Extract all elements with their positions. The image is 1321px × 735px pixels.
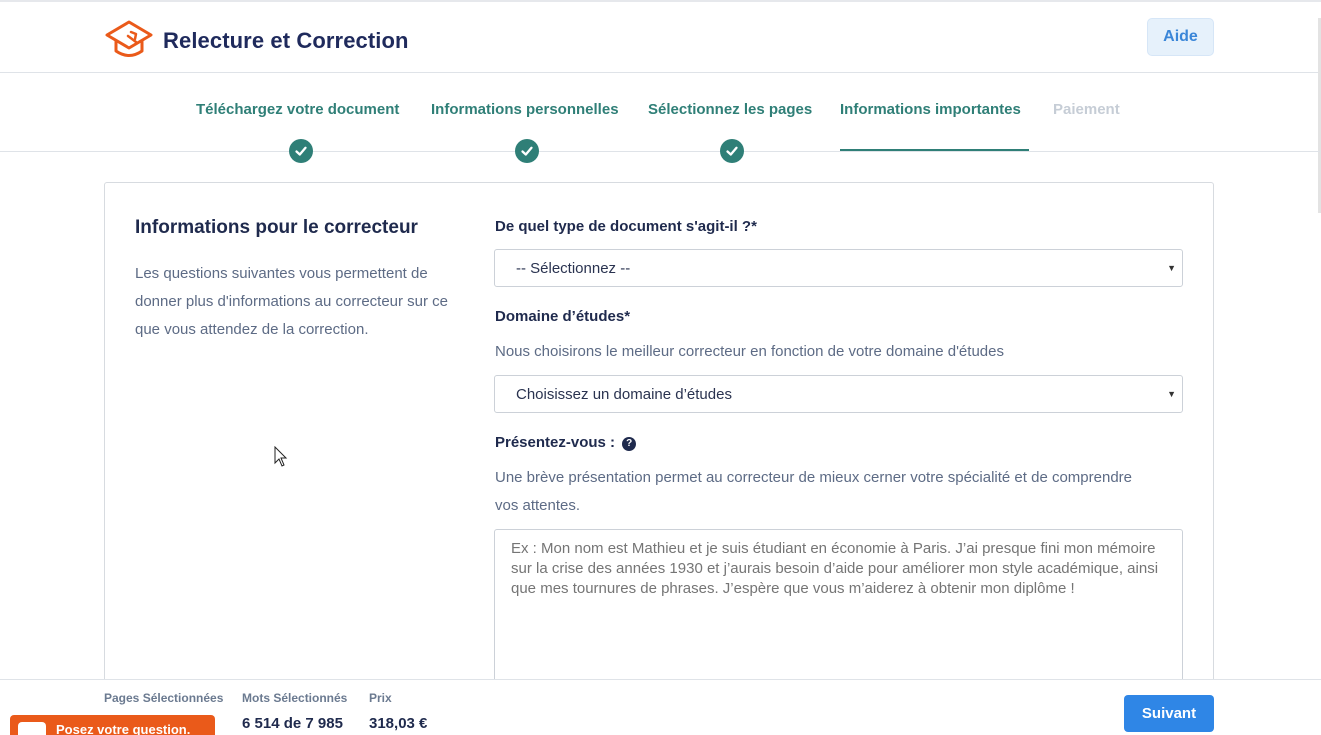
page: Relecture et Correction Aide Téléchargez… xyxy=(0,0,1321,735)
mouse-cursor-icon xyxy=(274,446,288,467)
doc-type-value: -- Sélectionnez -- xyxy=(516,259,631,277)
intro-label-row: Présentez-vous : ? xyxy=(495,434,637,451)
chat-bubble-icon xyxy=(18,722,46,735)
step-payment: Paiement xyxy=(1053,101,1120,118)
header: Relecture et Correction Aide xyxy=(0,2,1321,73)
question-mark-icon[interactable]: ? xyxy=(622,436,637,451)
sidebar-description: Les questions suivantes vous permettent … xyxy=(135,265,449,338)
intro-label: Présentez-vous : xyxy=(495,434,616,451)
caret-down-icon: ▼ xyxy=(1167,263,1176,273)
words-label: Mots Sélectionnés xyxy=(242,691,348,705)
graduation-cap-icon[interactable] xyxy=(104,18,154,60)
intro-hint: Une brève présentation permet au correct… xyxy=(495,469,1132,514)
help-button[interactable]: Aide xyxy=(1147,18,1214,56)
summary-bar: Pages Sélectionnées Mots Sélectionnés 6 … xyxy=(0,679,1321,735)
app-title: Relecture et Correction xyxy=(163,28,409,53)
active-step-underline xyxy=(840,149,1029,151)
step-select-pages[interactable]: Sélectionnez les pages xyxy=(648,101,812,118)
chat-label: Posez votre question. xyxy=(56,722,191,735)
step-personal-info[interactable]: Informations personnelles xyxy=(431,101,619,118)
words-value: 6 514 de 7 985 xyxy=(242,715,343,732)
next-button[interactable]: Suivant xyxy=(1124,695,1214,732)
step-important-info[interactable]: Informations importantes xyxy=(840,101,1021,118)
domain-value: Choisissez un domaine d’études xyxy=(516,385,732,403)
domain-label: Domaine d’études* xyxy=(495,308,631,325)
chat-button[interactable]: Posez votre question. xyxy=(10,715,215,735)
doc-type-label: De quel type de document s'agit-il ?* xyxy=(495,218,757,235)
price-value: 318,03 € xyxy=(369,715,428,732)
caret-down-icon: ▼ xyxy=(1167,389,1176,399)
progress-steps: Téléchargez votre document Informations … xyxy=(0,73,1321,163)
check-icon xyxy=(515,139,539,163)
check-icon xyxy=(289,139,313,163)
price-label: Prix xyxy=(369,691,392,705)
domain-hint: Nous choisirons le meilleur correcteur e… xyxy=(495,343,1004,360)
domain-select[interactable]: Choisissez un domaine d’études ▼ xyxy=(494,375,1183,413)
intro-textarea[interactable] xyxy=(494,529,1183,699)
pages-label: Pages Sélectionnées xyxy=(104,691,224,705)
doc-type-select[interactable]: -- Sélectionnez -- ▼ xyxy=(494,249,1183,287)
step-upload-document[interactable]: Téléchargez votre document xyxy=(196,101,399,118)
check-icon xyxy=(720,139,744,163)
sidebar-title: Informations pour le correcteur xyxy=(135,217,418,238)
